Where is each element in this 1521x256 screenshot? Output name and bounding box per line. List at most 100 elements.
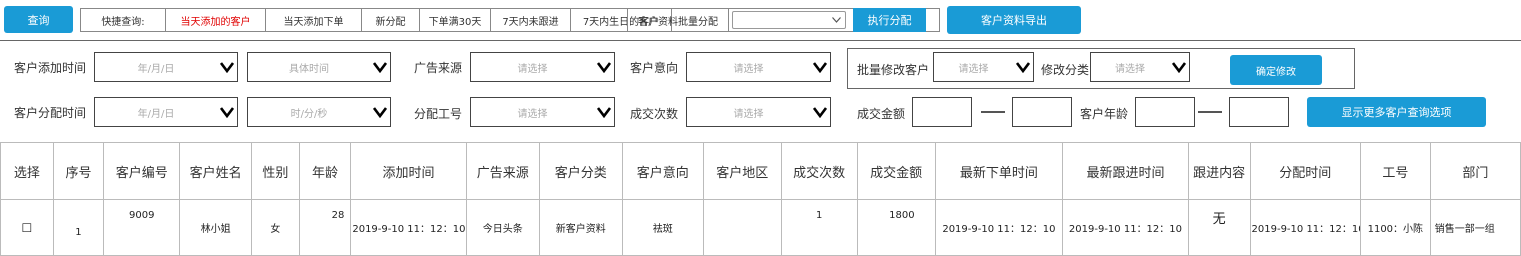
deal-count-select[interactable]: 请选择 bbox=[686, 97, 831, 127]
intent-label: 客户意向 bbox=[630, 60, 679, 75]
chevron-down-icon bbox=[832, 17, 841, 23]
add-date-select[interactable]: 年/月/日 bbox=[94, 52, 238, 82]
cell-intent: 祛斑 bbox=[621, 199, 704, 256]
cell-customer-id[interactable]: 9009 bbox=[103, 199, 181, 256]
staff-no-select[interactable]: 请选择 bbox=[470, 97, 615, 127]
quick-new-assigned[interactable]: 新分配 bbox=[362, 9, 420, 31]
ad-source-select[interactable]: 请选择 bbox=[470, 52, 615, 82]
batch-edit-select[interactable]: 请选择 bbox=[933, 52, 1034, 82]
quick-no-follow-7-days[interactable]: 7天内未跟进 bbox=[491, 9, 571, 31]
deal-amount-label: 成交金额 bbox=[857, 106, 906, 121]
assign-date-placeholder: 年/月/日 bbox=[137, 108, 175, 120]
assign-time-placeholder: 时/分/秒 bbox=[290, 108, 328, 120]
col-header: 序号 bbox=[52, 142, 105, 200]
cell-last-order-time: 2019-9-10 11：12：10 bbox=[934, 199, 1064, 256]
chevron-down-icon bbox=[373, 61, 387, 73]
cell-staff-no: 1100：小陈 bbox=[1359, 199, 1431, 256]
col-header: 跟进内容 bbox=[1187, 142, 1251, 200]
cell-deal-amount: 1800 bbox=[856, 199, 936, 256]
cell-last-follow-time: 2019-9-10 11：12：10 bbox=[1062, 199, 1189, 256]
batch-assign-select[interactable] bbox=[732, 11, 846, 29]
col-header: 客户编号 bbox=[103, 142, 181, 200]
quick-query-group: 快捷查询: 当天添加的客户 当天添加下单 新分配 下单满30天 7天内未跟进 7… bbox=[80, 8, 672, 32]
assign-time-select[interactable]: 时/分/秒 bbox=[247, 97, 391, 127]
chevron-down-icon bbox=[373, 106, 387, 118]
batch-assign-area: 执行分配 bbox=[729, 8, 939, 32]
export-customer-button[interactable]: 客户资料导出 bbox=[947, 6, 1081, 34]
col-header: 年龄 bbox=[298, 142, 352, 200]
col-header: 部门 bbox=[1429, 142, 1521, 200]
age-max-input[interactable] bbox=[1229, 97, 1289, 127]
quick-today-added-orders[interactable]: 当天添加下单 bbox=[266, 9, 362, 31]
table-row[interactable]: ☐ 1 9009 林小姐 女 28 2019-9-10 11：12：10 今日头… bbox=[0, 199, 1521, 256]
add-time-select[interactable]: 具体时间 bbox=[247, 52, 391, 82]
deal-count-placeholder: 请选择 bbox=[733, 108, 764, 120]
col-header: 选择 bbox=[0, 142, 54, 200]
execute-assign-button[interactable]: 执行分配 bbox=[853, 8, 926, 32]
chevron-down-icon bbox=[597, 106, 611, 118]
assign-date-select[interactable]: 年/月/日 bbox=[94, 97, 238, 127]
batch-assign-group: 客户资料批量分配 执行分配 bbox=[627, 8, 940, 32]
query-button[interactable]: 查询 bbox=[4, 6, 73, 33]
age-min-input[interactable] bbox=[1135, 97, 1195, 127]
col-header: 最新下单时间 bbox=[934, 142, 1064, 200]
intent-select[interactable]: 请选择 bbox=[686, 52, 831, 82]
row-checkbox[interactable]: ☐ bbox=[0, 199, 54, 256]
edit-category-label: 修改分类 bbox=[1041, 62, 1090, 77]
table-header-row: 选择 序号 客户编号 客户姓名 性别 年龄 添加时间 广告来源 客户分类 客户意… bbox=[0, 142, 1521, 200]
col-header: 工号 bbox=[1359, 142, 1431, 200]
col-header: 分配时间 bbox=[1249, 142, 1361, 200]
chevron-down-icon bbox=[1016, 61, 1030, 73]
staff-no-placeholder: 请选择 bbox=[517, 108, 548, 120]
edit-category-placeholder: 请选择 bbox=[1115, 63, 1145, 75]
batch-edit-label: 批量修改客户 bbox=[857, 62, 930, 77]
add-date-placeholder: 年/月/日 bbox=[137, 63, 175, 75]
chevron-down-icon bbox=[1172, 61, 1186, 73]
range-dash bbox=[981, 111, 1005, 113]
col-header: 成交金额 bbox=[856, 142, 936, 200]
cell-category: 新客户资料 bbox=[538, 199, 623, 256]
confirm-edit-button[interactable]: 确定修改 bbox=[1230, 55, 1322, 85]
col-header: 客户分类 bbox=[538, 142, 623, 200]
quick-query-label: 快捷查询: bbox=[81, 9, 166, 31]
col-header: 客户姓名 bbox=[179, 142, 253, 200]
batch-assign-label: 客户资料批量分配 bbox=[628, 9, 729, 31]
cell-region bbox=[702, 199, 782, 256]
deal-amount-min-input[interactable] bbox=[912, 97, 972, 127]
chevron-down-icon bbox=[597, 61, 611, 73]
deal-count-label: 成交次数 bbox=[630, 106, 679, 121]
col-header: 最新跟进时间 bbox=[1062, 142, 1189, 200]
deal-amount-max-input[interactable] bbox=[1012, 97, 1072, 127]
chevron-down-icon bbox=[220, 61, 234, 73]
col-header: 添加时间 bbox=[350, 142, 467, 200]
cell-deal-count: 1 bbox=[780, 199, 858, 256]
col-header: 广告来源 bbox=[465, 142, 540, 200]
customer-table: 选择 序号 客户编号 客户姓名 性别 年龄 添加时间 广告来源 客户分类 客户意… bbox=[0, 142, 1521, 256]
range-dash bbox=[1198, 111, 1222, 113]
add-time-placeholder: 具体时间 bbox=[289, 63, 329, 75]
cell-follow-content: 无 bbox=[1187, 199, 1251, 256]
col-header: 客户意向 bbox=[621, 142, 704, 200]
ad-source-label: 广告来源 bbox=[414, 60, 463, 75]
col-header: 性别 bbox=[251, 142, 300, 200]
batch-edit-placeholder: 请选择 bbox=[958, 63, 989, 75]
age-label: 客户年龄 bbox=[1080, 106, 1129, 121]
cell-gender: 女 bbox=[251, 199, 300, 256]
cell-assign-time: 2019-9-10 11：12：10 bbox=[1249, 199, 1361, 256]
cell-department: 销售一部一组 bbox=[1429, 199, 1521, 256]
cell-ad-source: 今日头条 bbox=[465, 199, 540, 256]
more-options-button[interactable]: 显示更多客户查询选项 bbox=[1307, 97, 1486, 127]
col-header: 成交次数 bbox=[780, 142, 858, 200]
quick-order-30-days[interactable]: 下单满30天 bbox=[420, 9, 491, 31]
quick-today-added-customers[interactable]: 当天添加的客户 bbox=[166, 9, 266, 31]
cell-add-time: 2019-9-10 11：12：10 bbox=[350, 199, 467, 256]
ad-source-placeholder: 请选择 bbox=[517, 63, 548, 75]
chevron-down-icon bbox=[813, 106, 827, 118]
assign-time-label: 客户分配时间 bbox=[14, 105, 87, 120]
edit-category-select[interactable]: 请选择 bbox=[1090, 52, 1190, 82]
staff-no-label: 分配工号 bbox=[414, 106, 463, 121]
add-time-label: 客户添加时间 bbox=[14, 60, 87, 75]
chevron-down-icon bbox=[220, 106, 234, 118]
cell-name: 林小姐 bbox=[179, 199, 253, 256]
toolbar-divider bbox=[0, 40, 1521, 41]
